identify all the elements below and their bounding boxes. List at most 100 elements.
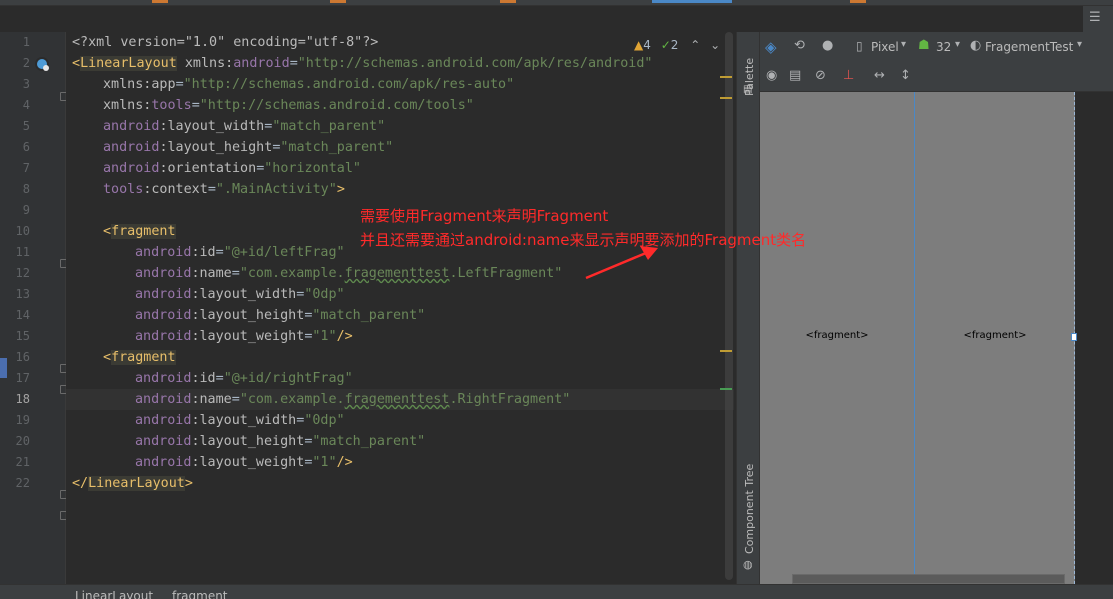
line-number: 18 <box>15 392 30 406</box>
night-mode-icon[interactable]: ● <box>822 38 833 53</box>
code-line-8: tools:context=".MainActivity"> <box>103 182 345 197</box>
code-line-20: android:layout_height="match_parent" <box>135 434 426 449</box>
left-fragment-preview[interactable]: <fragment> <box>760 92 915 584</box>
eye-icon[interactable]: ◉ <box>766 68 777 83</box>
code-line-22: </LinearLayout> <box>72 476 193 491</box>
device-selector[interactable]: Pixel <box>871 40 899 54</box>
line-number: 1 <box>22 35 30 49</box>
orientation-icon[interactable]: ⟲ <box>794 38 805 53</box>
component-tree-icon: ◍ <box>743 558 753 571</box>
tab-marker[interactable] <box>152 0 168 3</box>
code-line-21: android:layout_weight="1"/> <box>135 455 353 470</box>
canvas-horizontal-scrollbar[interactable] <box>792 574 1065 584</box>
line-number: 14 <box>15 308 30 322</box>
line-number: 21 <box>15 455 30 469</box>
resize-handle[interactable] <box>1071 333 1077 341</box>
chevron-up-icon[interactable]: ⌃ <box>690 38 700 52</box>
change-marker[interactable] <box>720 388 732 390</box>
android-api-icon: ☗ <box>918 38 930 53</box>
line-number: 3 <box>22 77 30 91</box>
line-number: 13 <box>15 287 30 301</box>
constraints-icon[interactable]: ⊘ <box>815 68 826 83</box>
line-number: 4 <box>22 98 30 112</box>
line-number: 16 <box>15 350 30 364</box>
expand-vertical-icon[interactable]: ↕ <box>900 68 911 83</box>
breadcrumb-item[interactable]: fragment <box>172 589 228 599</box>
active-tab-marker[interactable] <box>652 0 732 3</box>
code-line-5: android:layout_width="match_parent" <box>103 119 386 134</box>
chevron-down-icon[interactable]: ▾ <box>901 39 906 50</box>
ok-count: 2 <box>670 38 679 52</box>
line-number: 20 <box>15 434 30 448</box>
breadcrumb: LinearLayout fragment <box>0 584 1113 599</box>
line-number: 17 <box>15 371 30 385</box>
warning-marker[interactable] <box>720 350 732 352</box>
annotation-text-line1: 需要使用Fragment来声明Fragment <box>360 207 609 225</box>
arrow-shaft <box>585 251 647 280</box>
theme-selector[interactable]: FragementTest <box>985 40 1073 54</box>
line-number: 5 <box>22 119 30 133</box>
design-side-strip: Palette ▤ Component Tree ◍ <box>736 32 760 584</box>
code-line-17: android:id="@+id/rightFrag" <box>135 371 353 386</box>
fragment-label: <fragment> <box>805 330 869 341</box>
line-number: 9 <box>22 203 30 217</box>
code-line-13: android:layout_width="0dp" <box>135 287 345 302</box>
line-number: 7 <box>22 161 30 175</box>
annotation-arrow <box>585 246 658 280</box>
line-number: 15 <box>15 329 30 343</box>
line-number: 2 <box>22 56 30 70</box>
code-line-10: <fragment <box>103 224 176 239</box>
tab-marker[interactable] <box>500 0 516 3</box>
right-fragment-preview[interactable]: <fragment> <box>916 92 1075 584</box>
arrow-head <box>640 246 658 260</box>
blueprint-icon[interactable]: ▤ <box>789 68 801 83</box>
design-canvas[interactable]: <fragment> <fragment> <box>760 92 1113 584</box>
margins-icon[interactable]: ⊥ <box>843 68 854 83</box>
line-number: 19 <box>15 413 30 427</box>
code-line-12: android:name="com.example.fragementtest.… <box>135 266 563 281</box>
code-line-11: android:id="@+id/leftFrag" <box>135 245 345 260</box>
expand-horizontal-icon[interactable]: ↔ <box>874 68 885 83</box>
code-line-4: xmlns:tools="http://schemas.android.com/… <box>103 98 474 113</box>
android-component-icon[interactable] <box>35 57 49 71</box>
xml-code-editor[interactable]: <?xml version="1.0" encoding="utf-8"?> <… <box>66 32 734 584</box>
api-level-selector[interactable]: 32 <box>936 40 951 54</box>
code-line-7: android:orientation="horizontal" <box>103 161 361 176</box>
breadcrumb-item[interactable]: LinearLayout <box>75 589 153 599</box>
warning-marker[interactable] <box>720 76 732 78</box>
line-number: 11 <box>15 245 30 259</box>
device-icon: ▯ <box>856 39 863 53</box>
line-number: 8 <box>22 182 30 196</box>
code-line-2: <LinearLayout xmlns:android="http://sche… <box>72 56 653 71</box>
tab-marker[interactable] <box>330 0 346 3</box>
component-tree-tab[interactable]: Component Tree <box>743 464 756 554</box>
code-line-14: android:layout_height="match_parent" <box>135 308 426 323</box>
palette-icon: ▤ <box>743 84 753 95</box>
editor-tabs-strip <box>0 0 1113 6</box>
fragment-label: <fragment> <box>963 330 1027 341</box>
line-number: 10 <box>15 224 30 238</box>
code-line-18: android:name="com.example.fragementtest.… <box>135 392 571 407</box>
tab-marker[interactable] <box>850 0 866 3</box>
editor-options-area: ☰ <box>1083 6 1113 32</box>
scrollbar-markers <box>718 32 734 584</box>
line-number: 12 <box>15 266 30 280</box>
device-preview[interactable]: <fragment> <fragment> <box>760 92 1077 584</box>
layers-icon[interactable]: ◈ <box>765 38 777 56</box>
code-line-6: android:layout_height="match_parent" <box>103 140 394 155</box>
chevron-down-icon[interactable]: ▾ <box>1077 39 1082 50</box>
inspection-widget[interactable]: ▲4 ✓2 ⌃ ⌄ <box>634 38 730 56</box>
menu-lines-icon[interactable]: ☰ <box>1089 10 1101 25</box>
warning-marker[interactable] <box>720 97 732 99</box>
code-line-1: <?xml version="1.0" encoding="utf-8"?> <box>72 35 379 50</box>
line-number: 6 <box>22 140 30 154</box>
chevron-down-icon[interactable]: ▾ <box>955 39 960 50</box>
code-line-16: <fragment <box>103 350 176 365</box>
warning-count: 4 <box>643 38 651 52</box>
design-toolbar: ◈ ⟲ ● ▯ Pixel ▾ ☗ 32 ▾ ◐ FragementTest ▾… <box>760 32 1113 92</box>
check-icon: ✓ <box>660 38 671 52</box>
code-line-3: xmlns:app="http://schemas.android.com/ap… <box>103 77 515 92</box>
theme-icon: ◐ <box>970 38 982 53</box>
line-number: 22 <box>15 476 30 490</box>
code-line-19: android:layout_width="0dp" <box>135 413 345 428</box>
